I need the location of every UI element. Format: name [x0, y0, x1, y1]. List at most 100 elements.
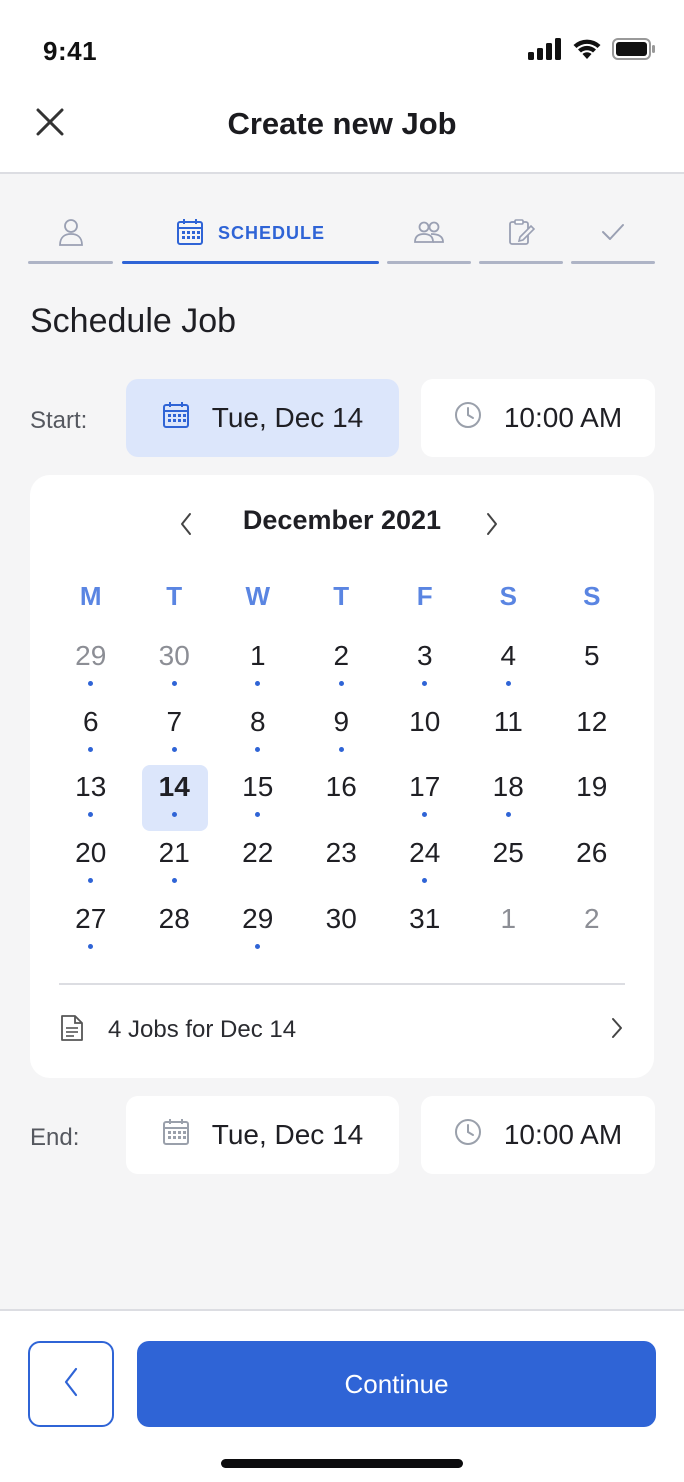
weekday-header: MTWTFSS: [49, 581, 634, 612]
calendar-day-number: 19: [576, 771, 608, 803]
step-indicator: [479, 261, 563, 264]
calendar-day[interactable]: 30: [133, 627, 217, 693]
calendar-day[interactable]: 17: [383, 758, 467, 824]
step-team[interactable]: [387, 206, 471, 264]
header: Create new Job: [0, 90, 684, 174]
calendar-day[interactable]: 1: [467, 890, 551, 956]
start-date-button[interactable]: Tue, Dec 14: [126, 379, 399, 457]
job-indicator-dot: [171, 746, 177, 752]
weekday-label: T: [166, 581, 183, 611]
calendar-day[interactable]: 22: [216, 824, 300, 890]
calendar-day-number: 31: [409, 902, 441, 934]
calendar-day-number: 22: [242, 837, 274, 869]
end-label: End:: [30, 1124, 80, 1151]
clipboard-edit-icon: [507, 218, 535, 246]
calendar-day[interactable]: 4: [467, 627, 551, 693]
chevron-right-icon[interactable]: [484, 511, 500, 542]
calendar-day[interactable]: 1: [216, 627, 300, 693]
people-icon: [414, 220, 444, 244]
clock-icon: [454, 1118, 482, 1153]
calendar-day[interactable]: 9: [300, 693, 384, 759]
clock-icon: [454, 401, 482, 436]
calendar-day-number: 16: [325, 771, 357, 803]
stepper: SCHEDULE: [28, 206, 656, 264]
check-icon: [600, 222, 626, 242]
calendar-day[interactable]: 27: [49, 890, 133, 956]
calendar-icon: [162, 401, 190, 436]
calendar-day-number: 12: [576, 705, 608, 737]
home-indicator: [221, 1459, 463, 1468]
chevron-left-icon: [62, 1366, 80, 1403]
start-label: Start:: [30, 407, 88, 434]
calendar-day[interactable]: 11: [467, 693, 551, 759]
end-time-button[interactable]: 10:00 AM: [421, 1096, 655, 1174]
document-icon: [60, 1014, 84, 1047]
job-indicator-dot: [338, 681, 344, 686]
calendar-day[interactable]: 31: [383, 890, 467, 956]
weekday-label: T: [333, 581, 350, 611]
calendar-day[interactable]: 2: [300, 627, 384, 693]
calendar-day[interactable]: 3: [383, 627, 467, 693]
calendar-day-number: 26: [576, 837, 608, 869]
continue-button[interactable]: Continue: [137, 1341, 656, 1427]
calendar-day[interactable]: 5: [550, 627, 634, 693]
back-button[interactable]: [28, 1341, 114, 1427]
calendar-day-number: 2: [583, 902, 600, 934]
end-time-value: 10:00 AM: [503, 1119, 623, 1150]
calendar-day[interactable]: 7: [133, 693, 217, 759]
step-review[interactable]: [571, 206, 655, 264]
end-date-button[interactable]: Tue, Dec 14: [126, 1096, 399, 1174]
calendar-day[interactable]: 20: [49, 824, 133, 890]
start-time-button[interactable]: 10:00 AM: [421, 379, 655, 457]
calendar-day[interactable]: 13: [49, 758, 133, 824]
status-bar: 9:41: [0, 0, 684, 90]
calendar-day[interactable]: 2: [550, 890, 634, 956]
calendar-day[interactable]: 18: [467, 758, 551, 824]
calendar-day-number: 25: [492, 837, 524, 869]
jobs-summary-text: 4 Jobs for Dec 14: [108, 1016, 297, 1043]
start-time-value: 10:00 AM: [503, 402, 623, 433]
calendar-day[interactable]: 25: [467, 824, 551, 890]
wifi-icon: [572, 38, 602, 65]
section-title: Schedule Job: [30, 302, 237, 340]
calendar-day[interactable]: 30: [300, 890, 384, 956]
calendar-day[interactable]: 8: [216, 693, 300, 759]
calendar-day-number: 30: [325, 902, 357, 934]
step-details[interactable]: [479, 206, 563, 264]
calendar-day[interactable]: 29: [216, 890, 300, 956]
calendar-icon: [176, 218, 204, 246]
step-indicator: [28, 261, 113, 264]
calendar-month-label: December 2021: [242, 505, 442, 535]
calendar-day[interactable]: 21: [133, 824, 217, 890]
calendar-day-number: 11: [493, 705, 523, 737]
calendar-day-selected[interactable]: 14: [133, 758, 217, 832]
weekday-label: M: [79, 581, 102, 611]
end-date-value: Tue, Dec 14: [211, 1119, 364, 1150]
calendar-day[interactable]: 6: [49, 693, 133, 759]
jobs-summary-row[interactable]: 4 Jobs for Dec 14: [60, 1010, 624, 1050]
job-indicator-dot: [88, 943, 94, 949]
step-indicator: [571, 261, 655, 264]
step-schedule[interactable]: SCHEDULE: [122, 206, 379, 264]
calendar-day-number: 5: [583, 640, 600, 671]
status-icons: [528, 38, 656, 65]
job-indicator-dot: [255, 746, 261, 752]
step-label: SCHEDULE: [217, 222, 325, 243]
calendar-day-number: 28: [158, 902, 190, 934]
calendar-day[interactable]: 10: [383, 693, 467, 759]
step-customer[interactable]: [28, 206, 113, 264]
calendar-day[interactable]: 28: [133, 890, 217, 956]
person-icon: [58, 218, 84, 246]
calendar-day[interactable]: 16: [300, 758, 384, 824]
calendar-day[interactable]: 19: [550, 758, 634, 824]
calendar-day[interactable]: 23: [300, 824, 384, 890]
calendar-day-number: 1: [500, 902, 517, 934]
calendar-day[interactable]: 15: [216, 758, 300, 824]
calendar-day[interactable]: 12: [550, 693, 634, 759]
calendar-day[interactable]: 24: [383, 824, 467, 890]
calendar-day[interactable]: 26: [550, 824, 634, 890]
chevron-left-icon[interactable]: [178, 511, 194, 542]
calendar-day[interactable]: 29: [49, 627, 133, 693]
calendar-day-number: 23: [325, 837, 357, 869]
signal-icon: [528, 38, 562, 65]
